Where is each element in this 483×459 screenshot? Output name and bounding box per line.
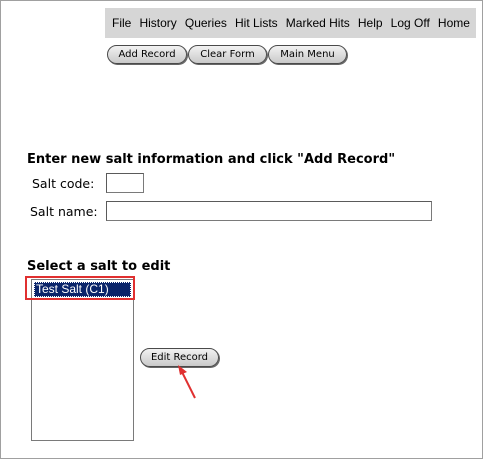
salt-name-label: Salt name: [30,204,98,219]
salt-code-label: Salt code: [32,176,95,191]
menu-file[interactable]: File [112,16,131,30]
new-salt-heading: Enter new salt information and click "Ad… [27,152,396,167]
menu-help[interactable]: Help [358,16,383,30]
menu-log-off[interactable]: Log Off [391,16,430,30]
menu-history[interactable]: History [139,16,176,30]
salt-name-input[interactable] [106,201,432,221]
clear-form-button[interactable]: Clear Form [188,45,267,64]
menu-marked-hits[interactable]: Marked Hits [286,16,350,30]
menu-home[interactable]: Home [438,16,470,30]
menu-queries[interactable]: Queries [185,16,227,30]
add-record-button[interactable]: Add Record [107,45,187,64]
edit-salt-heading: Select a salt to edit [27,259,171,274]
menu-bar: File History Queries Hit Lists Marked Hi… [105,8,476,38]
annotation-highlight-box [25,276,135,300]
main-menu-button[interactable]: Main Menu [268,45,347,64]
annotation-arrow-icon [178,365,196,399]
menu-hit-lists[interactable]: Hit Lists [235,16,278,30]
salt-listbox[interactable]: Test Salt (C1) [31,279,134,441]
salt-code-input[interactable] [106,173,144,193]
